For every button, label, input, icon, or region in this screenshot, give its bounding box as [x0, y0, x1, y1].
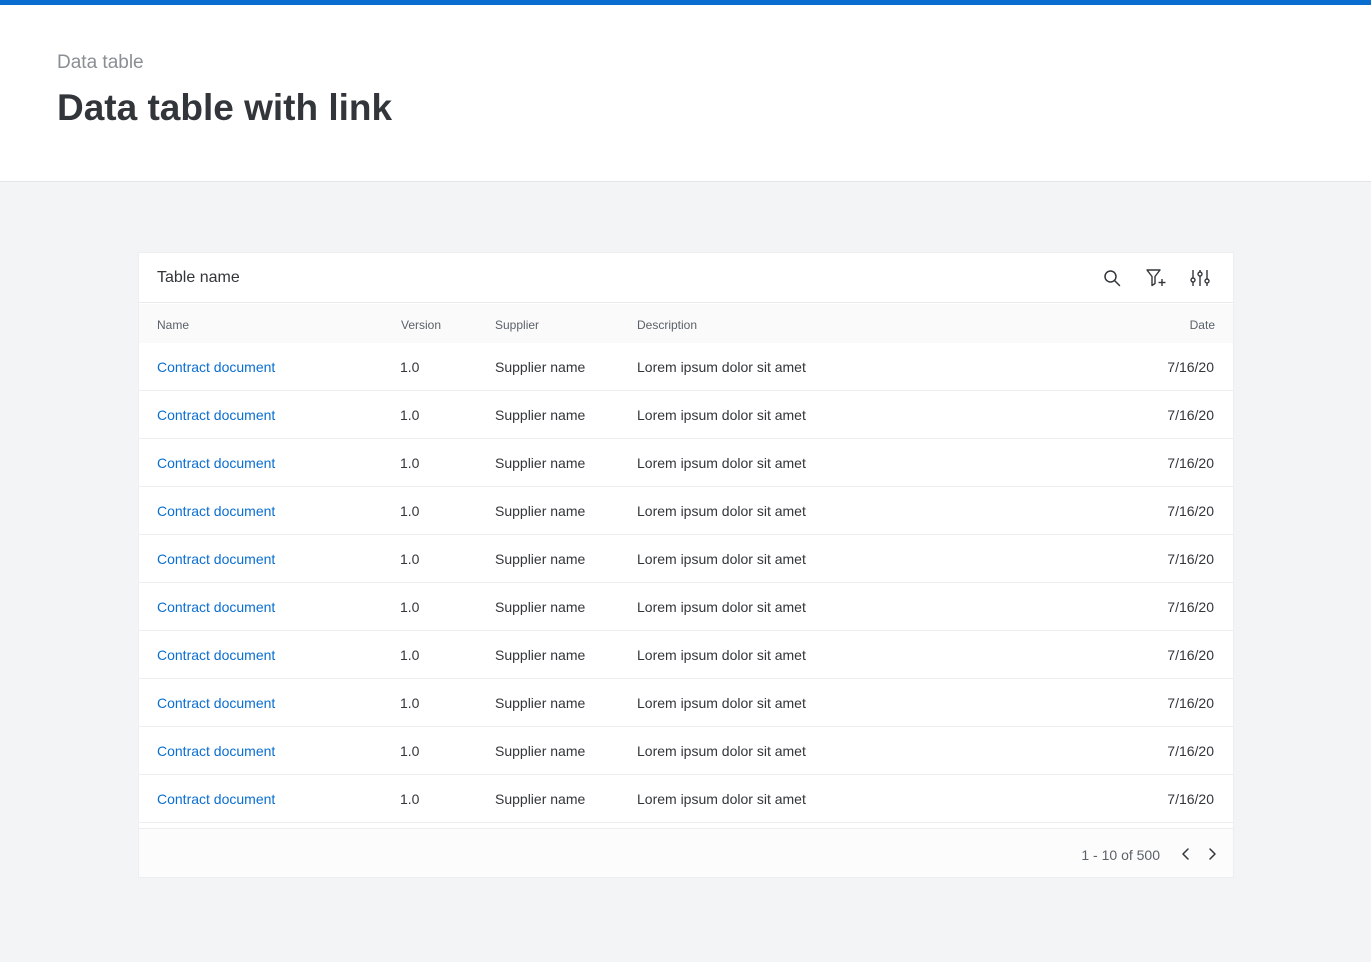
row-supplier: Supplier name [495, 599, 586, 615]
row-description: Lorem ipsum dolor sit amet [637, 407, 806, 423]
row-date: 7/16/20 [1167, 695, 1214, 711]
next-page-button[interactable] [1202, 844, 1222, 864]
row-supplier: Supplier name [495, 743, 586, 759]
row-supplier: Supplier name [495, 695, 586, 711]
row-date: 7/16/20 [1167, 407, 1214, 423]
row-description: Lorem ipsum dolor sit amet [637, 743, 806, 759]
row-name-link[interactable]: Contract document [157, 503, 275, 519]
row-date: 7/16/20 [1167, 743, 1214, 759]
row-version: 1.0 [400, 551, 420, 567]
column-header-name[interactable]: Name [157, 318, 189, 332]
row-date: 7/16/20 [1167, 359, 1214, 375]
column-header-description[interactable]: Description [637, 318, 697, 332]
data-table-card: Table name Name Version Supplier Descrip… [138, 252, 1234, 878]
row-name-link[interactable]: Contract document [157, 455, 275, 471]
row-version: 1.0 [400, 407, 420, 423]
row-name-link[interactable]: Contract document [157, 647, 275, 663]
table-name: Table name [157, 269, 240, 286]
row-date: 7/16/20 [1167, 791, 1214, 807]
row-description: Lorem ipsum dolor sit amet [637, 551, 806, 567]
row-name-link[interactable]: Contract document [157, 743, 275, 759]
row-description: Lorem ipsum dolor sit amet [637, 695, 806, 711]
row-date: 7/16/20 [1167, 599, 1214, 615]
row-supplier: Supplier name [495, 791, 586, 807]
row-version: 1.0 [400, 695, 420, 711]
table-toolbar: Table name [139, 253, 1233, 303]
table-row[interactable]: Contract document 1.0 Supplier name Lorem i… [139, 391, 1233, 439]
row-description: Lorem ipsum dolor sit amet [637, 791, 806, 807]
table-row[interactable]: Contract document 1.0 Supplier name Lorem i… [139, 583, 1233, 631]
table-row[interactable]: Contract document 1.0 Supplier name Lorem i… [139, 487, 1233, 535]
row-description: Lorem ipsum dolor sit amet [637, 599, 806, 615]
settings-sliders-icon [1190, 270, 1210, 286]
chevron-left-icon [1182, 848, 1189, 860]
row-description: Lorem ipsum dolor sit amet [637, 503, 806, 519]
table-row[interactable]: Contract document 1.0 Supplier name Lorem i… [139, 679, 1233, 727]
pagination-label: 1 - 10 of 500 [1081, 847, 1160, 863]
row-version: 1.0 [400, 359, 420, 375]
search-icon [1104, 270, 1121, 287]
table-row[interactable]: Contract document 1.0 Supplier name Lorem i… [139, 727, 1233, 775]
chevron-right-icon [1209, 848, 1216, 860]
search-button[interactable] [1099, 265, 1125, 291]
filter-add-icon [1146, 269, 1166, 287]
row-name-link[interactable]: Contract document [157, 551, 275, 567]
row-supplier: Supplier name [495, 455, 586, 471]
row-name-link[interactable]: Contract document [157, 791, 275, 807]
table-header-row: Name Version Supplier Description Date [139, 304, 1233, 343]
page-title: Data table with link [57, 87, 393, 128]
row-supplier: Supplier name [495, 407, 586, 423]
row-version: 1.0 [400, 743, 420, 759]
page-header: Data table Data table with link [0, 5, 1371, 182]
row-version: 1.0 [400, 647, 420, 663]
row-description: Lorem ipsum dolor sit amet [637, 455, 806, 471]
row-version: 1.0 [400, 503, 420, 519]
row-version: 1.0 [400, 455, 420, 471]
table-row[interactable]: Contract document 1.0 Supplier name Lorem i… [139, 775, 1233, 823]
table-row[interactable]: Contract document 1.0 Supplier name Lorem i… [139, 439, 1233, 487]
previous-page-button[interactable] [1176, 844, 1196, 864]
table-row[interactable]: Contract document 1.0 Supplier name Lorem i… [139, 631, 1233, 679]
row-name-link[interactable]: Contract document [157, 407, 275, 423]
row-supplier: Supplier name [495, 647, 586, 663]
row-date: 7/16/20 [1167, 503, 1214, 519]
breadcrumb[interactable]: Data table [57, 52, 144, 74]
row-date: 7/16/20 [1167, 455, 1214, 471]
row-supplier: Supplier name [495, 551, 586, 567]
row-name-link[interactable]: Contract document [157, 599, 275, 615]
table-row[interactable]: Contract document 1.0 Supplier name Lorem i… [139, 343, 1233, 391]
table-row[interactable]: Contract document 1.0 Supplier name Lorem i… [139, 535, 1233, 583]
column-header-supplier[interactable]: Supplier [495, 318, 539, 332]
row-name-link[interactable]: Contract document [157, 695, 275, 711]
table-footer: 1 - 10 of 500 [139, 828, 1233, 877]
row-supplier: Supplier name [495, 359, 586, 375]
table-settings-button[interactable] [1187, 265, 1213, 291]
column-header-date[interactable]: Date [1190, 318, 1215, 332]
row-date: 7/16/20 [1167, 551, 1214, 567]
row-version: 1.0 [400, 791, 420, 807]
row-name-link[interactable]: Contract document [157, 359, 275, 375]
row-version: 1.0 [400, 599, 420, 615]
column-header-version[interactable]: Version [401, 318, 441, 332]
add-filter-button[interactable] [1143, 265, 1169, 291]
row-date: 7/16/20 [1167, 647, 1214, 663]
row-supplier: Supplier name [495, 503, 586, 519]
row-description: Lorem ipsum dolor sit amet [637, 647, 806, 663]
row-description: Lorem ipsum dolor sit amet [637, 359, 806, 375]
